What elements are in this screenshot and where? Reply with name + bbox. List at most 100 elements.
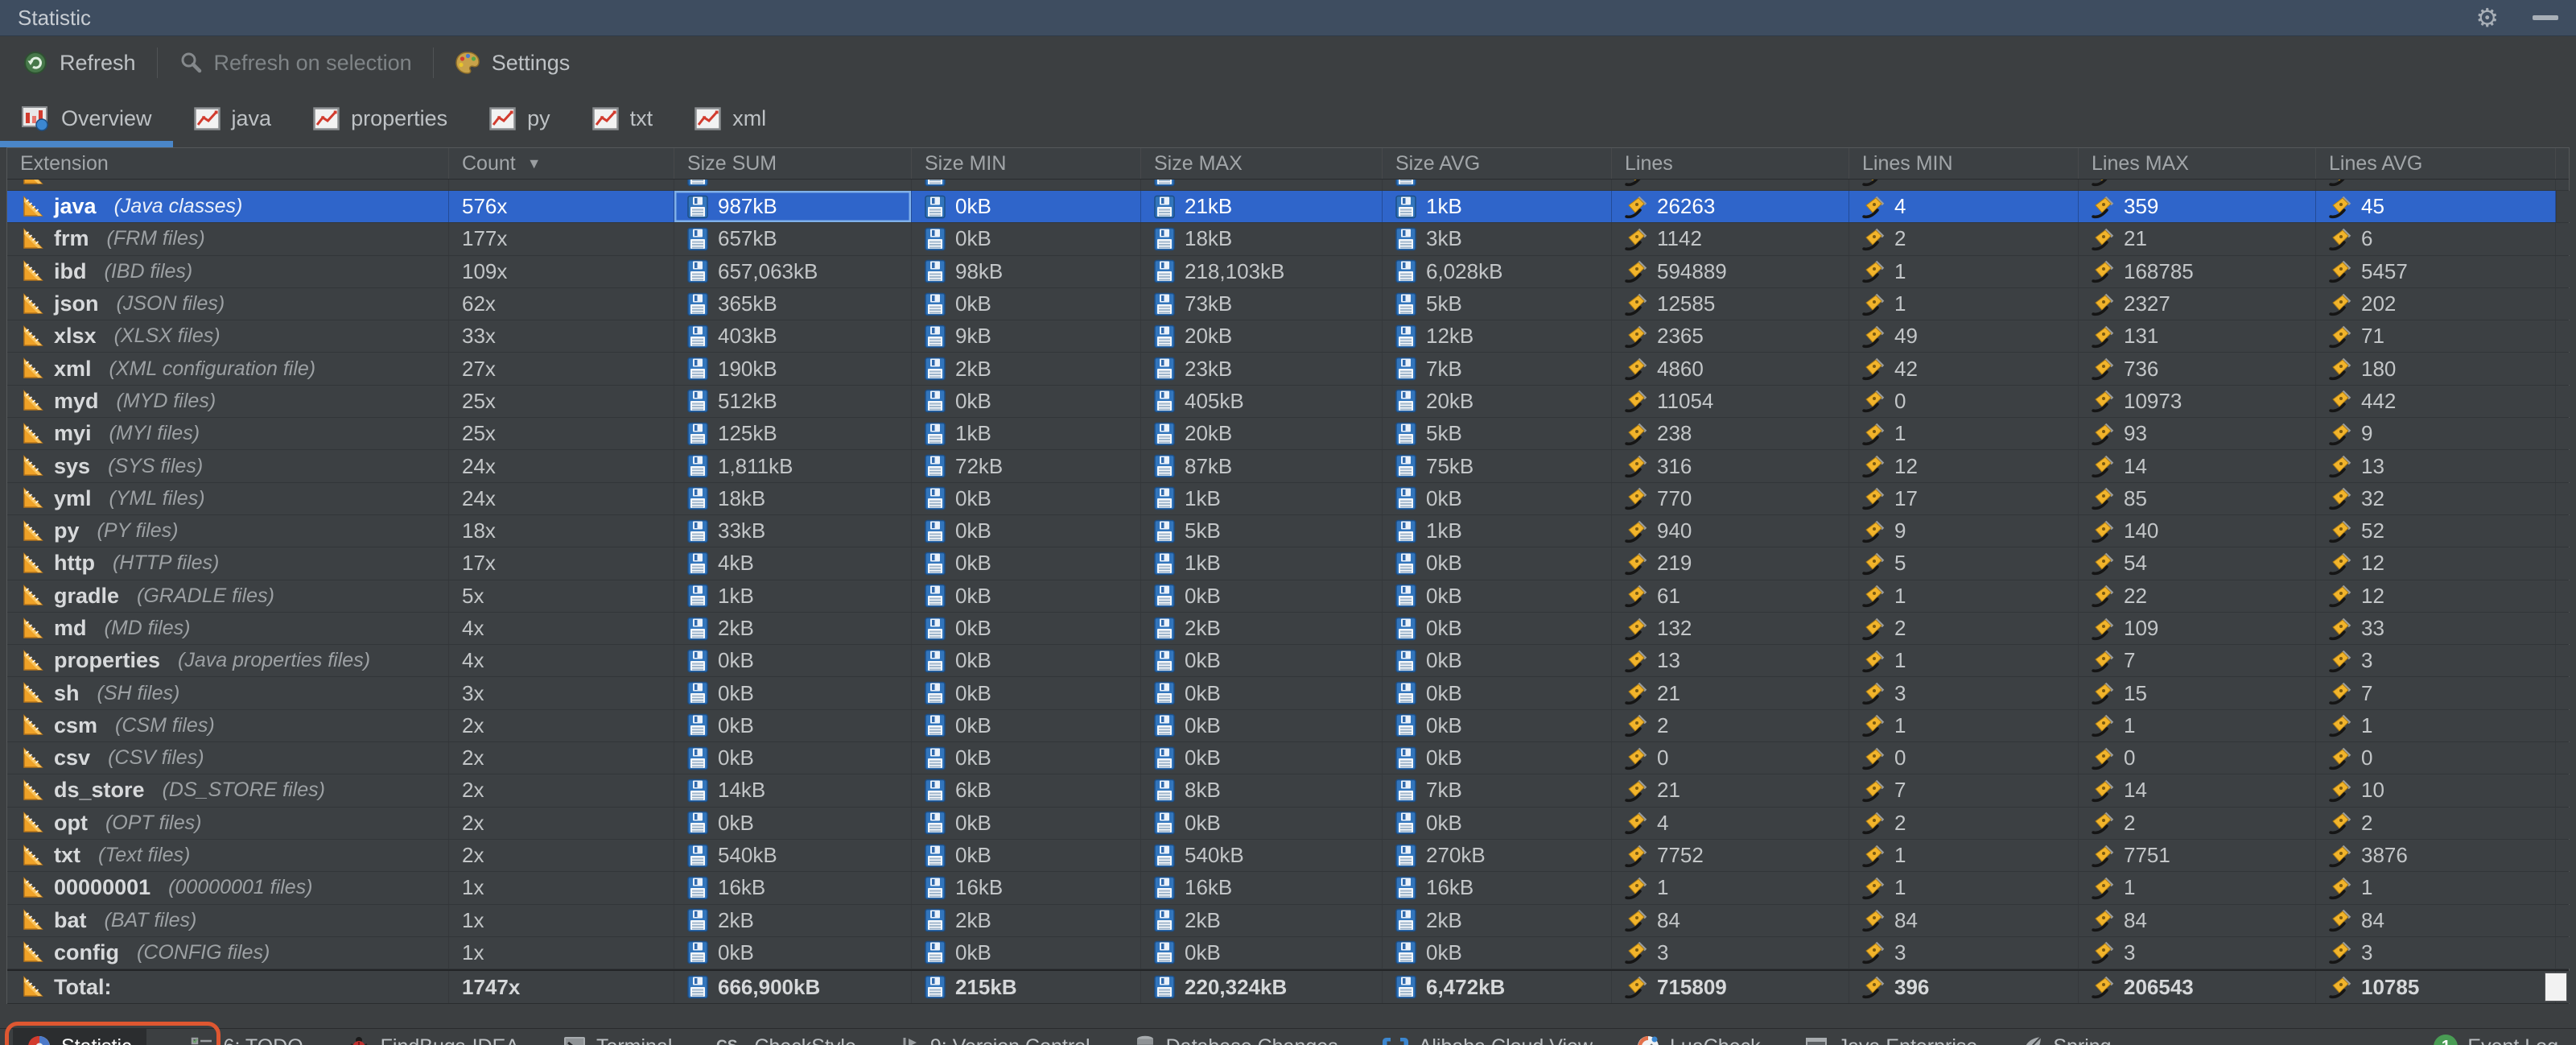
cell-size-max[interactable]: 1kB [1141,547,1383,580]
cell-size-sum[interactable]: 18kB [674,482,912,514]
cell-size-max[interactable]: 218,103kB [1141,255,1383,287]
cell-size-avg[interactable]: 12kB [1383,320,1612,353]
cell-size-avg[interactable]: 3kB [1383,223,1612,255]
table-row-ds-store[interactable]: ds_store (DS_STORE files) 2x 14kB 6kB 8kB 7kB 2… [7,774,2570,808]
cell-count[interactable]: 25x [449,418,674,450]
cell-lines-avg[interactable]: 84 [2316,904,2556,936]
cell-lines[interactable]: 594889 [1612,255,1849,287]
cell-lines[interactable]: 84 [1612,904,1849,936]
cell-lines-avg[interactable]: 202 [2316,287,2556,320]
cell-size-min[interactable]: 0kB [912,742,1141,774]
cell-count[interactable]: 24x [449,482,674,514]
cell-lines-max[interactable]: 14 [2079,774,2316,807]
cell-size-max[interactable]: 0kB [1141,580,1383,612]
cell-size-sum[interactable]: 1,811kB [674,450,912,482]
cell-size-min[interactable]: 0kB [912,223,1141,255]
cell-extension[interactable]: config (CONFIG files) [7,936,449,969]
cell-size-sum[interactable]: 0kB [674,936,912,969]
cell-lines-min[interactable]: 9 [1849,514,2079,547]
column-header-extension[interactable]: Extension [7,148,449,179]
cell-extension[interactable]: myd (MYD files) [7,385,449,418]
cell-lines-max[interactable]: 7751 [2079,839,2316,872]
cell-lines-avg[interactable]: 3 [2316,936,2556,969]
cell-size-avg[interactable]: 0kB [1383,482,1612,514]
cell-lines[interactable]: 238 [1612,418,1849,450]
table-row-ibd[interactable]: ibd (IBD files) 109x 657,063kB 98kB 218,103kB… [7,255,2570,288]
cell-lines[interactable]: 7752 [1612,839,1849,872]
cell-lines-avg[interactable]: 3876 [2316,839,2556,872]
cell-extension[interactable]: java (Java classes) [7,191,449,223]
cell-size-min[interactable]: 2kB [912,353,1141,385]
cell-size-sum[interactable]: 657kB [674,223,912,255]
cell-size-avg[interactable]: 0kB [1383,580,1612,612]
cell-size-min[interactable]: 0kB [912,287,1141,320]
table-row-myi[interactable]: myi (MYI files) 25x 125kB 1kB 20kB 5kB 238 1 93 9 [7,418,2570,451]
cell-size-max[interactable]: 73kB [1141,287,1383,320]
cell-size-avg[interactable]: 0kB [1383,936,1612,969]
cell-count[interactable]: 1x [449,904,674,936]
cell-count[interactable]: 33x [449,320,674,353]
cell-extension[interactable]: frm (FRM files) [7,223,449,255]
cell-count[interactable]: 2x [449,742,674,774]
cell-size-avg[interactable]: 0kB [1383,742,1612,774]
cell-size-avg[interactable]: 2kB [1383,904,1612,936]
column-header-size-max[interactable]: Size MAX [1141,148,1383,179]
cell-size-sum[interactable]: 190kB [674,353,912,385]
cell-extension[interactable]: yml (YML files) [7,482,449,514]
cell-lines[interactable]: 715809 [1612,971,1849,1004]
refresh-button[interactable]: Refresh [11,45,147,81]
cell-lines-min[interactable]: 42 [1849,353,2079,385]
cell-lines-min[interactable]: 7 [1849,774,2079,807]
cell-size-max[interactable]: 18kB [1141,223,1383,255]
cell-size-min[interactable]: 1kB [912,418,1141,450]
table-row-java[interactable]: java (Java classes) 576x 987kB 0kB 21kB 1kB 262… [7,191,2570,224]
cell-size-max[interactable]: 540kB [1141,839,1383,872]
cell-count[interactable]: 2x [449,839,674,872]
cell-extension[interactable]: json (JSON files) [7,287,449,320]
cell-size-avg[interactable]: 0kB [1383,547,1612,580]
settings-button[interactable]: Settings [443,46,582,81]
cell-extension[interactable]: md (MD files) [7,612,449,645]
cell-size-avg[interactable]: 20kB [1383,385,1612,418]
cell-lines-min[interactable]: 17 [1849,482,2079,514]
cell-count[interactable]: 576x [449,191,674,223]
cell-lines[interactable]: 219 [1612,547,1849,580]
cell-size-min[interactable]: 2kB [912,904,1141,936]
cell-size-max[interactable]: 0kB [1141,807,1383,839]
statusbar-item-spring[interactable]: Spring [2021,1035,2112,1045]
cell-count[interactable]: 2x [449,807,674,839]
cell-lines[interactable]: 1 [1612,872,1849,904]
table-row-bat[interactable]: bat (BAT files) 1x 2kB 2kB 2kB 2kB 84 84 84 84 [7,904,2570,937]
cell-size-min[interactable]: 0kB [912,612,1141,645]
table-row-xml[interactable]: xml (XML configuration file) 27x 190kB 2kB 23… [7,353,2570,386]
table-row-csm[interactable]: csm (CSM files) 2x 0kB 0kB 0kB 0kB 2 1 1 1 [7,709,2570,743]
statusbar-item-checkstyle[interactable]: CS CheckStyle [715,1035,855,1045]
cell-extension[interactable]: opt (OPT files) [7,807,449,839]
cell-lines-avg[interactable]: 10785 [2316,971,2556,1004]
cell-lines[interactable]: 2365 [1612,320,1849,353]
cell-size-sum[interactable]: 365kB [674,287,912,320]
cell-size-sum[interactable]: 403kB [674,320,912,353]
cell-extension[interactable]: gradle (GRADLE files) [7,580,449,612]
cell-lines[interactable]: 12585 [1612,287,1849,320]
cell-size-max[interactable]: 1kB [1141,482,1383,514]
cell-size-min[interactable]: 72kB [912,450,1141,482]
cell-size-sum[interactable]: 125kB [674,418,912,450]
cell-size-sum[interactable]: 0kB [674,742,912,774]
statusbar-item-version-control[interactable]: 9: Version Control [900,1035,1090,1045]
cell-lines-min[interactable]: 2 [1849,223,2079,255]
cell-lines-min[interactable]: 1 [1849,580,2079,612]
cell-lines-max[interactable]: 3 [2079,936,2316,969]
cell-lines-avg[interactable]: 9 [2316,418,2556,450]
cell-lines-min[interactable]: 1 [1849,709,2079,742]
cell-lines[interactable]: 940 [1612,514,1849,547]
cell-count[interactable]: 1747x [449,971,674,1004]
cell-lines[interactable]: 770 [1612,482,1849,514]
cell-lines-avg[interactable]: 71 [2316,320,2556,353]
cell-lines-min[interactable]: 1 [1849,839,2079,872]
cell-size-min[interactable]: 0kB [912,580,1141,612]
cell-size-avg[interactable]: 7kB [1383,774,1612,807]
cell-size-max[interactable]: 5kB [1141,514,1383,547]
cell-lines-max[interactable]: 206543 [2079,971,2316,1004]
cell-size-max[interactable]: 0kB [1141,645,1383,677]
